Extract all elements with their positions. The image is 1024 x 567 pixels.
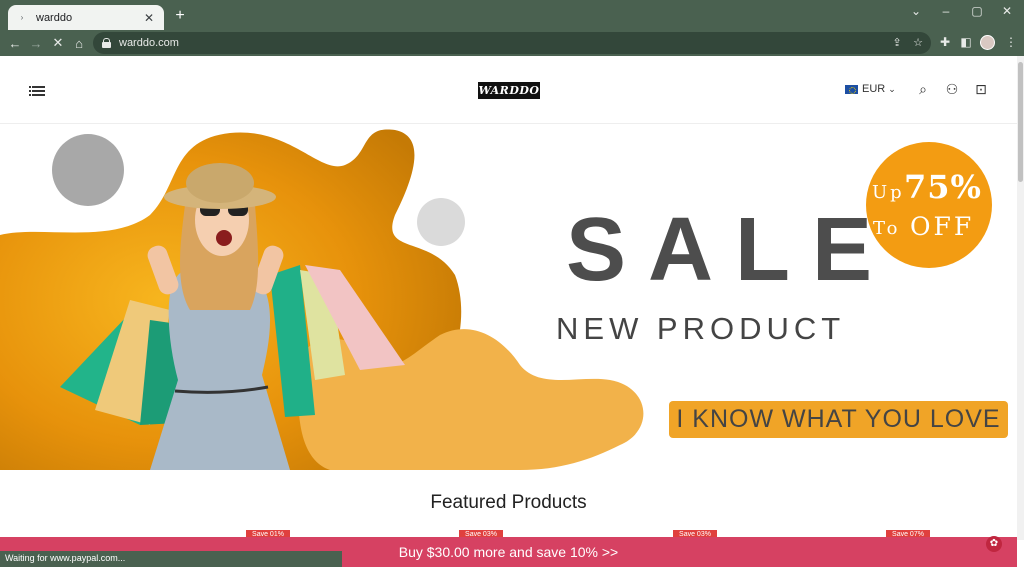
site-header: WARDDO EUR ⌄ ⌕ ⚇ ⊡: [0, 56, 1017, 124]
loading-favicon-icon: ›: [20, 13, 24, 22]
share-icon[interactable]: ⇪: [890, 36, 904, 49]
scrollbar-thumb[interactable]: [1018, 62, 1023, 182]
badge-up-text: Up: [872, 182, 905, 203]
browser-toolbar: ← → ✕ ⌂ warddo.com ⇪ ☆ ✚ ◧ ⋮: [0, 30, 1024, 56]
hero-banner[interactable]: SALE NEW PRODUCT Up 75% To OFF I KNOW WH…: [0, 125, 1017, 470]
address-bar[interactable]: warddo.com ⇪ ☆: [93, 32, 931, 54]
gray-circle: [52, 134, 124, 206]
extensions-icon[interactable]: ✚: [937, 35, 953, 49]
stop-loading-icon[interactable]: ✕: [49, 34, 67, 52]
new-tab-icon[interactable]: +: [172, 7, 188, 25]
lock-icon[interactable]: [102, 38, 111, 48]
browser-titlebar: › warddo ✕ + ⌄ – ▢ ✕: [0, 0, 1024, 30]
account-icon[interactable]: ⚇: [944, 81, 960, 98]
browser-tab[interactable]: › warddo ✕: [8, 5, 164, 30]
tab-search-icon[interactable]: ⌄: [906, 4, 926, 18]
hat-crown: [186, 163, 254, 203]
gift-icon[interactable]: ✿: [986, 536, 1002, 552]
currency-label: EUR: [862, 83, 886, 95]
chevron-down-icon: ⌄: [888, 83, 896, 94]
eu-flag-icon: [845, 84, 858, 94]
tab-title: warddo: [36, 11, 73, 24]
new-product-text: NEW PRODUCT: [556, 311, 846, 346]
currency-selector[interactable]: EUR ⌄: [845, 83, 896, 95]
site-logo[interactable]: WARDDO: [478, 82, 540, 99]
close-tab-icon[interactable]: ✕: [142, 11, 156, 25]
menu-hamburger-icon[interactable]: [29, 85, 45, 97]
maximize-icon[interactable]: ▢: [967, 4, 987, 18]
back-icon[interactable]: ←: [6, 34, 24, 52]
profile-avatar[interactable]: [980, 35, 995, 50]
home-icon[interactable]: ⌂: [70, 34, 88, 52]
browser-status-text: Waiting for www.paypal.com...: [0, 551, 342, 567]
badge-percent: 75%: [904, 168, 982, 206]
open-mouth: [216, 230, 232, 246]
minimize-icon[interactable]: –: [936, 4, 956, 18]
light-gray-circle: [417, 198, 465, 246]
featured-products-title: Featured Products: [430, 492, 587, 513]
close-window-icon[interactable]: ✕: [997, 4, 1017, 18]
side-panel-icon[interactable]: ◧: [958, 35, 974, 49]
menu-icon[interactable]: ⋮: [1003, 35, 1019, 49]
bookmark-star-icon[interactable]: ☆: [911, 36, 925, 49]
page-scrollbar[interactable]: [1017, 56, 1024, 540]
cart-icon[interactable]: ⊡: [973, 81, 989, 98]
url-text: warddo.com: [119, 37, 179, 49]
search-icon[interactable]: ⌕: [915, 81, 931, 98]
discount-badge: Up 75% To OFF: [866, 142, 992, 268]
badge-to-text: To: [873, 218, 901, 239]
forward-icon[interactable]: →: [27, 34, 45, 52]
badge-off-text: OFF: [910, 212, 975, 241]
tagline-box: I KNOW WHAT YOU LOVE: [669, 401, 1008, 438]
sale-headline: SALE: [566, 200, 895, 300]
